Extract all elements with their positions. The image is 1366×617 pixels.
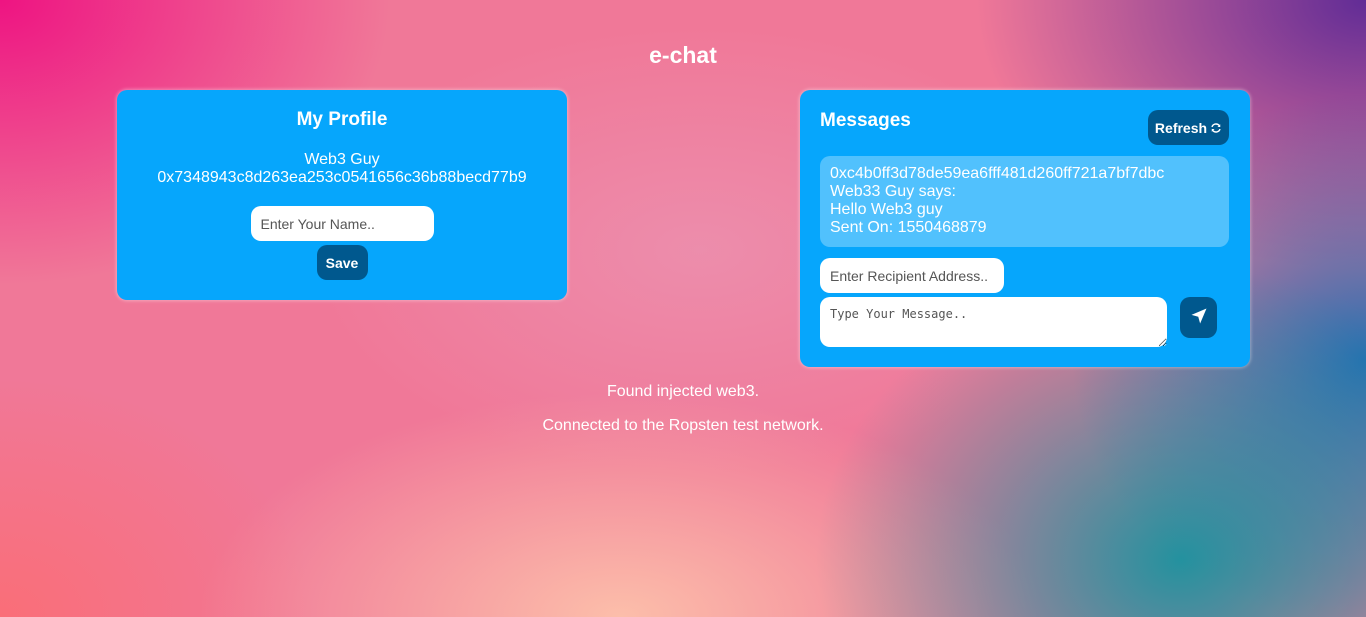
recipient-address-input[interactable] [820, 258, 1004, 293]
profile-card: My Profile Web3 Guy 0x7348943c8d263ea253… [117, 90, 567, 300]
app-title: e-chat [649, 42, 717, 68]
name-input[interactable] [250, 206, 434, 241]
network-status-text: Connected to the Ropsten test network. [542, 417, 824, 434]
message-sender-says: Web33 Guy says: [830, 183, 956, 200]
profile-name: Web3 Guy [304, 151, 380, 168]
profile-title: My Profile [296, 109, 388, 130]
message-item: 0xc4b0ff3d78de59ea6fff481d260ff721a7bf7d… [820, 156, 1229, 247]
send-button[interactable] [1180, 297, 1217, 338]
message-sent-on: Sent On: 1550468879 [830, 219, 987, 236]
message-sender-address: 0xc4b0ff3d78de59ea6fff481d260ff721a7bf7d… [830, 165, 1165, 182]
send-icon [1190, 307, 1208, 328]
message-text: Hello Web3 guy [830, 201, 943, 218]
refresh-button-label: Refresh [1154, 119, 1208, 136]
save-button[interactable]: Save [316, 245, 368, 280]
web3-status-text: Found injected web3. [606, 383, 760, 400]
profile-address: 0x7348943c8d263ea253c0541656c36b88becd77… [157, 169, 527, 186]
messages-card: Messages Refresh 0xc4b0ff3d78de59ea6fff4… [800, 90, 1250, 367]
refresh-button[interactable]: Refresh [1148, 110, 1229, 145]
message-textarea[interactable] [820, 297, 1167, 347]
messages-title: Messages [820, 110, 911, 131]
refresh-icon [1210, 122, 1222, 134]
